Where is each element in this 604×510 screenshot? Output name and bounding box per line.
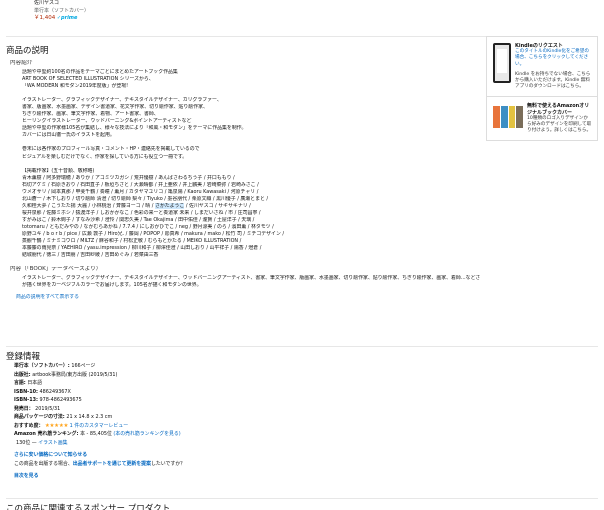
author-name[interactable]: 佐川ヤスコ [34,0,89,8]
price: ￥1,404 [34,15,56,21]
reg-row: 単行本（ソフトカバー）: 166ページ [14,363,96,369]
kindle-request-link[interactable]: このタイトルのKindle化をご希望の場合、こちらをクリックしてください。 [515,49,592,68]
artists-line: 北山蒼一 / 木下しおり / 切り絵師 清澄 / 切り絵師 梨々 / Tiyuk… [22,195,269,202]
rank-category-link[interactable]: イラスト画集 [38,440,67,446]
reg-row: ISBN-13: 978-4862493675 [14,397,82,403]
description-heading: 商品の説明 [6,46,49,56]
reg-row: 出版社: artbook事務局/東方出版 (2019/5/31) [14,371,118,378]
reg-row: 言語: 日本語 [14,380,42,386]
rank-value: 本 - 85,405位 [80,431,112,437]
body-line: ヒーリングイラストレーター、ウッドバーニング&ポイントアーティストなど [22,118,192,125]
body-line: ビジュアルを楽しむだけでなく、作家を探している方にも役立つ一冊です。 [22,153,188,160]
cover-swatch-icon [508,106,516,129]
cheaper-price-link[interactable]: さらに安い価格について知らせる [14,452,87,458]
rank-sub-number: 130位 [16,439,31,446]
artists-line: ウメオサリ / 岡本真那 / 甲斐千鶴 / 奏瞳 / 薫月 / カタヤマユリコ … [22,188,259,195]
book-covers-image [493,106,523,129]
artists-line: totomaru / ともだみやの / なかむらあかね / 7.7.4 / にし… [22,223,274,230]
registration-heading: 登録情報 [6,352,41,362]
artists-heading: 【掲載作家】(五十音順、敬称略) [22,167,95,174]
body-line: 巻末には各作家のプロフィール写真・コメント・HP・連絡先を掲載しているので [22,146,200,153]
sponsored-products-heading: この商品に関連するスポンサー プロダクト [6,504,171,510]
binding-label: 単行本（ソフトカバー） [34,7,90,14]
rank-label: Amazon 売れ筋ランキング: [14,431,79,437]
cover-swatch-icon [500,106,508,129]
suggest-update-link[interactable]: 出品者サポートを通じて更新を提案 [73,461,151,467]
product-header: 佐川ヤスコ 単行本（ソフトカバー） ￥1,404 ✓prime [34,0,89,23]
publisher-row: この商品を出版する場合、出品者サポートを通じて更新を提案したいですか？ [14,460,186,467]
artists-line: すがみはこ / 鈴木絢子 / すなみ沙希 / 澄怜 / 関忠久美 / Tae O… [22,216,255,223]
star-rating-icon[interactable]: ★★★★★ [45,423,68,429]
show-full-description-link[interactable]: 商品の説明をすべて表示する [16,294,79,300]
book-db-heading: 内容（「BOOK」データベースより） [10,266,102,273]
customer-reviews-link[interactable]: 1 件のカスタマーレビュー [70,423,128,429]
body-line: カバーには日山徹一氏のイラストを起用。 [22,132,115,139]
intro-heading: 内容紹介 [10,60,33,66]
artists-line: 結城朋代 / 徳三 / 吉田朋 / 吉田紗綾 / 吉田めぐみ / 若菜由三香 [22,252,159,259]
reg-row: 商品パッケージの寸法: 21 x 14.8 x 2.3 cm [14,414,113,420]
book-db-text: が描く世界をカーベジフルカラーでお届けします。105名が描く和モダンの世界。 [22,282,202,289]
body-line: イラストレーター、グラフィックデザイナー、テキスタイルデザイナー、カリグラファー… [22,97,222,104]
highlighted-artist: さかたようこ [154,202,185,209]
reg-row: 発売日： 2019/5/31 [14,405,61,412]
intro-line: 話題や中堅約100名の作品をテーマごとにまとめたアートブック作品集 [22,69,178,76]
kindle-device-icon [493,43,511,83]
sidebar: Kindleのリクエスト このタイトルのKindle化をご希望の場合、こちらをク… [486,36,598,142]
artists-line: 本藤藤の雨見奈 / YAEHIRO / yasu.impression / 柳川… [22,245,262,252]
kindle-request-card: Kindleのリクエスト このタイトルのKindle化をご希望の場合、こちらをク… [487,37,597,96]
intro-line: 「WA MODERN 和モダン2019年度版」が登場! [22,83,129,90]
artists-line: 石切アケミ / 石原きおり / 石田直子 / 板垣ちさと / 大瀬晴都 / 井上… [22,181,259,188]
rank-link[interactable]: (本の売れ筋ランキングを見る) [113,431,180,437]
divider [6,346,598,347]
reviews-row: おすすめ度： ★★★★★ 1 件のカスタマーレビュー [14,422,185,431]
product-description: 内容紹介 話題や中堅約100名の作品をテーマごとにまとめたアートブック作品集 A… [10,60,480,301]
body-line: 書家、版画家、水墨画家、デザイン書道家、花文字作家、切り絵作家、貼り絵作家、 [22,104,208,111]
artists-line: 原野ユキ / b o r b / pice / 広瀬 敦子 / Hiro兄. /… [22,230,285,237]
artists-line: 久和桂大夢 / こうたた揚 大麗 / 小林桃治 / 斉藤ヨーコ / 晴 / さか… [22,202,251,209]
book-cover-text[interactable]: 10種類のロゴ入りデザインから好みのデザインを印刷して取り付けよう。詳しくはこち… [527,116,592,135]
artists-line: 桜井泉那 / 佐藤ミホシ / 猿渡洋子 / しおかかなこ / 色彩の来ーと奏道家… [22,209,261,216]
book-cover-card: 無料で使えるAmazonオリジナルブックカバー 10種類のロゴ入りデザインから好… [487,96,597,140]
divider [6,498,598,499]
kindle-purchase-text[interactable]: Kindle をお持ちでない場合、こちらから購入いただけます。Kindle 無料… [515,72,592,91]
reg-row: ISBN-10: 486249367X [14,388,71,395]
body-line: ちぎり絵作家、画家、筆文字作家、着物、アート書家、書師、 [22,111,159,118]
body-line: 話題や中堅の作家様105名が集結し、様々な技法により「和風・和モダン」をテーマに… [22,125,247,132]
cover-swatch-icon [493,106,500,129]
artists-line: 蒸観千鶴 / ミナミコウロ / MILTZ / 麻谷和子 / 村松正敏 / むら… [22,238,242,245]
prime-badge: ✓prime [56,15,78,21]
registration-info: 単行本（ソフトカバー）: 166ページ 出版社: artbook事務局/東方出版… [14,362,185,481]
table-of-contents-link[interactable]: 目次を見る [14,473,38,479]
reviews-label: おすすめ度： [14,422,44,429]
artists-line: 青木薫樹 / 阿多野瑞穂 / ありか / アコミツカガシ / 荒井優樹 / あん… [22,174,235,181]
cover-swatch-icon [516,106,523,129]
book-db-text: イラストレーター、グラフィックデザイナー、テキスタイルデザイナー、ウッドバーニン… [22,275,480,282]
book-cover-title: 無料で使えるAmazonオリジナルブックカバー [527,103,590,116]
rank-sub-row: 130位 — イラスト画集 [16,439,68,446]
intro-line: ART BOOK OF SELECTED ILLUSTRATION シリーズから… [22,76,154,83]
rank-row: Amazon 売れ筋ランキング: 本 - 85,405位 (本の売れ筋ランキング… [14,430,185,439]
